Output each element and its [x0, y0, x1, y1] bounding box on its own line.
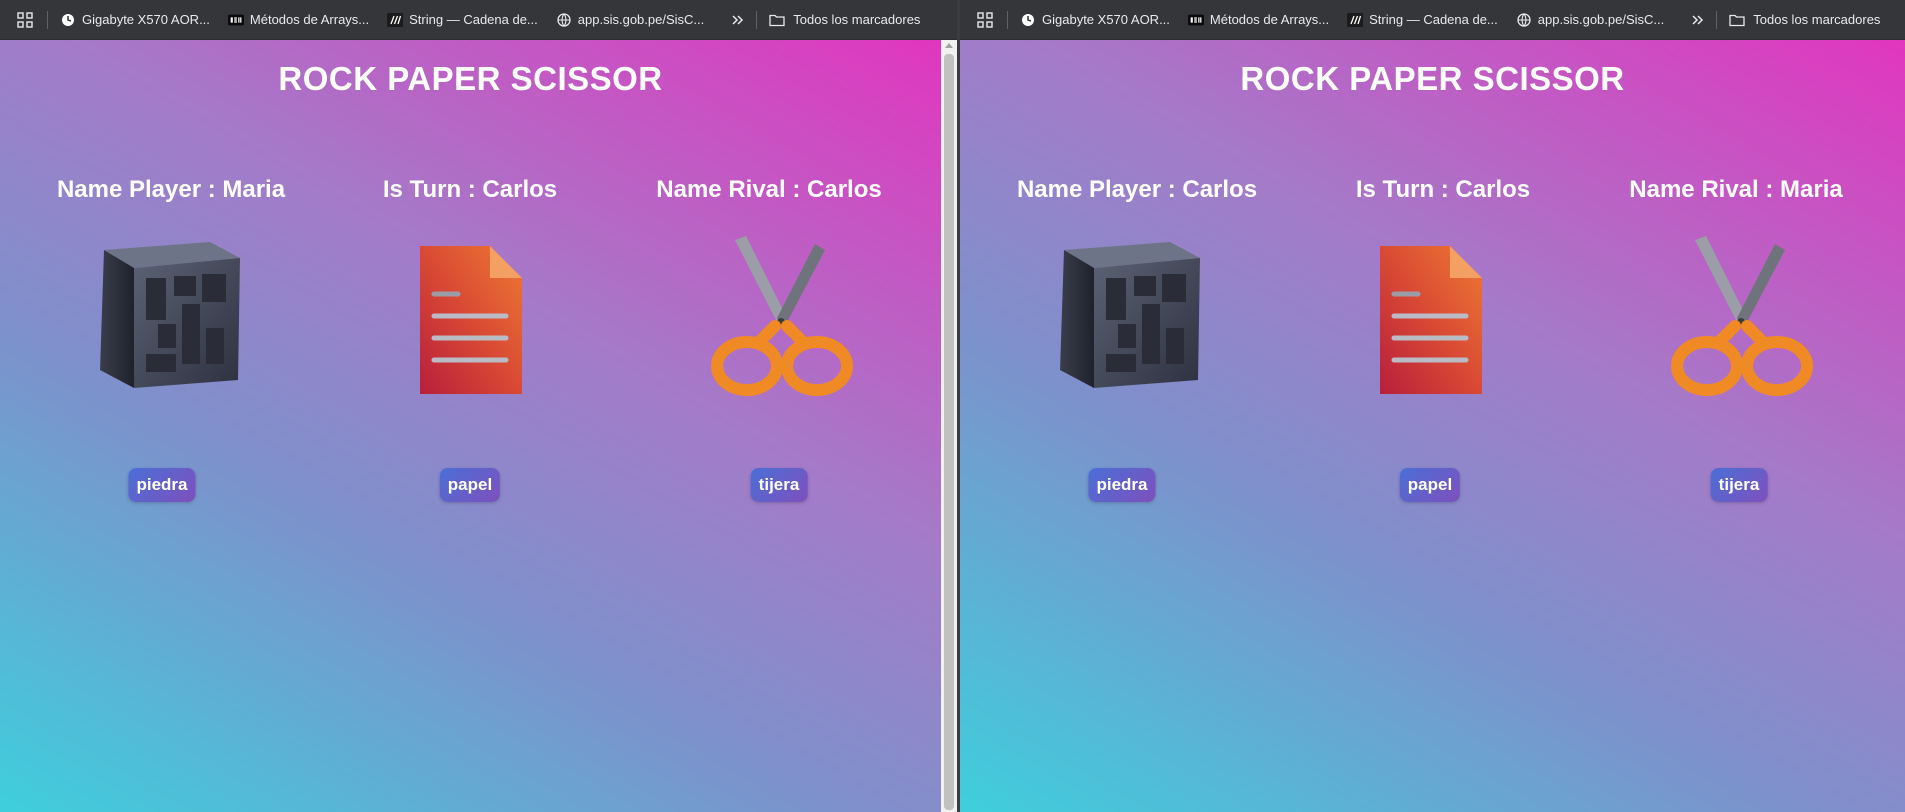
bookmark-label: app.sis.gob.pe/SisC...	[1537, 12, 1665, 27]
choices-row: piedra papel tijera	[960, 230, 1905, 510]
choice-card-rock: piedra	[72, 230, 252, 502]
scroll-up-arrow-icon[interactable]	[945, 43, 953, 48]
page-viewport: ROCK PAPER SCISSOR Name Player : Carlos …	[960, 40, 1905, 812]
clock-icon	[1020, 12, 1036, 28]
scrollbar-thumb[interactable]	[944, 54, 954, 810]
turn-label: Is Turn : Carlos	[1355, 176, 1531, 203]
folder-icon	[769, 14, 785, 26]
rock-cube-icon[interactable]	[82, 230, 242, 400]
scissors-button[interactable]: tijera	[1710, 468, 1768, 502]
bar-separator	[1716, 10, 1718, 29]
choice-card-scissors: tijera	[1649, 230, 1829, 502]
bookmark-arrays[interactable]: Métodos de Arrays...	[1187, 12, 1330, 28]
apps-grid-icon[interactable]	[17, 11, 33, 28]
game-info-row: Name Player : Maria Is Turn : Carlos Nam…	[0, 176, 941, 216]
page-title: ROCK PAPER SCISSOR	[278, 60, 663, 97]
choice-card-scissors: tijera	[689, 230, 869, 502]
player-name-label: Name Player : Maria	[56, 176, 286, 203]
paper-button[interactable]: papel	[439, 468, 501, 502]
globe-icon	[556, 12, 572, 28]
dev-icon	[227, 12, 244, 28]
all-bookmarks-folder[interactable]: Todos los marcadores	[769, 12, 920, 27]
bookmark-label: Gigabyte X570 AOR...	[82, 12, 210, 27]
bar-separator	[47, 10, 48, 29]
choices-row: piedra papel tijera	[0, 230, 941, 510]
bookmark-label: app.sis.gob.pe/SisC...	[577, 12, 705, 27]
chevron-double-right-icon[interactable]	[1690, 12, 1706, 28]
scissors-button[interactable]: tijera	[750, 468, 808, 502]
bookmarks-bar: Gigabyte X570 AOR... Métodos de Arrays..…	[0, 0, 957, 40]
rival-name-label: Name Rival : Maria	[1629, 176, 1843, 203]
paper-button[interactable]: papel	[1399, 468, 1461, 502]
bar-separator	[1007, 10, 1008, 29]
rock-button[interactable]: piedra	[1088, 468, 1156, 502]
bookmark-string[interactable]: String — Cadena de...	[1347, 12, 1498, 28]
vertical-scrollbar[interactable]	[941, 40, 957, 812]
bookmark-gigabyte[interactable]: Gigabyte X570 AOR...	[60, 12, 210, 28]
bar-separator	[756, 10, 758, 29]
dev-icon	[1187, 12, 1204, 28]
bookmark-label: String — Cadena de...	[409, 12, 538, 27]
clock-icon	[60, 12, 76, 28]
chevron-double-right-icon[interactable]	[730, 12, 746, 28]
paper-document-icon[interactable]	[390, 230, 550, 400]
bookmark-sis[interactable]: app.sis.gob.pe/SisC...	[556, 12, 704, 28]
scissors-icon[interactable]	[699, 230, 859, 400]
rival-name-label: Name Rival : Carlos	[656, 176, 882, 203]
bookmark-label: Métodos de Arrays...	[1209, 12, 1330, 27]
game-info-row: Name Player : Carlos Is Turn : Carlos Na…	[960, 176, 1905, 216]
paper-document-icon[interactable]	[1350, 230, 1510, 400]
bookmark-arrays[interactable]: Métodos de Arrays...	[227, 12, 370, 28]
choice-card-rock: piedra	[1032, 230, 1212, 502]
bookmark-sis[interactable]: app.sis.gob.pe/SisC...	[1516, 12, 1664, 28]
all-bookmarks-label: Todos los marcadores	[1753, 12, 1881, 27]
player-name-label: Name Player : Carlos	[1016, 176, 1258, 203]
folder-icon	[1729, 14, 1745, 26]
rock-button[interactable]: piedra	[128, 468, 196, 502]
choice-card-paper: papel	[380, 230, 560, 502]
page-viewport: ROCK PAPER SCISSOR Name Player : Maria I…	[0, 40, 941, 812]
rock-cube-icon[interactable]	[1042, 230, 1202, 400]
bookmark-label: Métodos de Arrays...	[249, 12, 370, 27]
scissors-icon[interactable]	[1659, 230, 1819, 400]
apps-grid-icon[interactable]	[977, 11, 993, 28]
browser-window-left: Gigabyte X570 AOR... Métodos de Arrays..…	[0, 0, 957, 812]
page-title: ROCK PAPER SCISSOR	[1240, 60, 1625, 97]
bookmark-string[interactable]: String — Cadena de...	[387, 12, 538, 28]
all-bookmarks-label: Todos los marcadores	[793, 12, 921, 27]
turn-label: Is Turn : Carlos	[382, 176, 558, 203]
bookmark-label: Gigabyte X570 AOR...	[1042, 12, 1170, 27]
mdn-icon	[387, 12, 404, 28]
all-bookmarks-folder[interactable]: Todos los marcadores	[1729, 12, 1880, 27]
bookmark-label: String — Cadena de...	[1369, 12, 1498, 27]
browser-window-right: Gigabyte X570 AOR... Métodos de Arrays..…	[960, 0, 1905, 812]
choice-card-paper: papel	[1340, 230, 1520, 502]
bookmark-gigabyte[interactable]: Gigabyte X570 AOR...	[1020, 12, 1170, 28]
mdn-icon	[1347, 12, 1364, 28]
bookmarks-bar: Gigabyte X570 AOR... Métodos de Arrays..…	[960, 0, 1905, 40]
globe-icon	[1516, 12, 1532, 28]
